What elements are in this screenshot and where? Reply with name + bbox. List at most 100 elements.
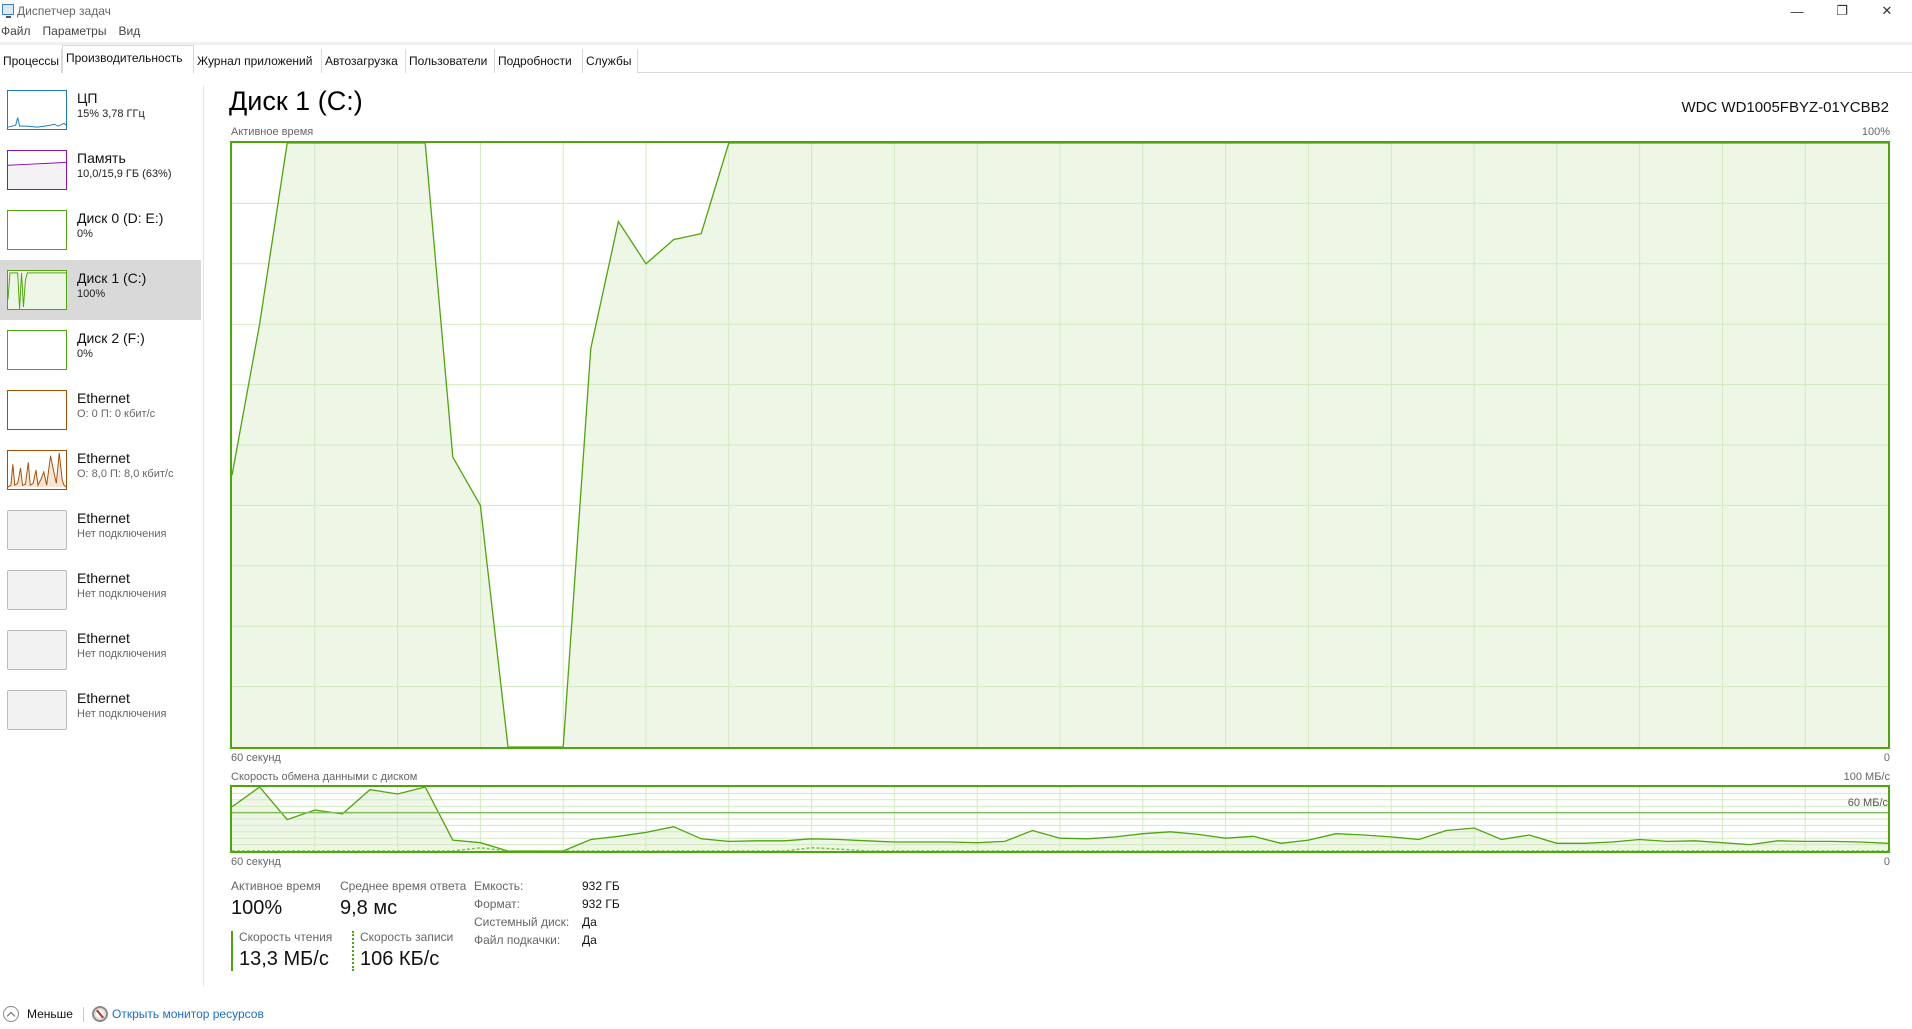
- sidebar-item-eth-off[interactable]: Ethernet Нет подключения: [0, 500, 201, 560]
- sidebar-item-subtitle: 10,0/15,9 ГБ (63%): [77, 168, 172, 180]
- read-speed-legend-line: [231, 931, 233, 971]
- transfer-chart-x-left: 60 секунд: [231, 856, 281, 868]
- sidebar-item-eth-off[interactable]: Ethernet Нет подключения: [0, 620, 201, 680]
- transfer-rate-chart-svg: [232, 787, 1888, 851]
- menu-bar: Файл Параметры Вид: [0, 24, 151, 42]
- sidebar-item-subtitle: Нет подключения: [77, 528, 167, 540]
- transfer-chart-max: 100 МБ/с: [1843, 771, 1890, 783]
- active-time-chart-x-right: 0: [1883, 752, 1890, 764]
- transfer-chart-reference-label: 60 МБ/с: [1847, 797, 1888, 809]
- capacity-label: Емкость:: [474, 879, 524, 893]
- sidebar-thumbnail-graph: [7, 270, 67, 310]
- sidebar-item-title: ЦП: [77, 90, 98, 106]
- sidebar-item-subtitle: Нет подключения: [77, 708, 167, 720]
- sidebar-item-subtitle: 100%: [77, 288, 106, 300]
- system-disk-label: Системный диск:: [474, 915, 570, 929]
- sidebar-item-title: Диск 2 (F:): [77, 330, 145, 346]
- sidebar-thumbnail-graph: [7, 330, 67, 370]
- sidebar-item-title: Диск 0 (D: E:): [77, 210, 164, 226]
- sidebar-item-memory[interactable]: Память 10,0/15,9 ГБ (63%): [0, 140, 201, 200]
- fewer-details-button[interactable]: Меньше: [27, 1007, 73, 1021]
- sidebar-item-eth-off[interactable]: Ethernet Нет подключения: [0, 560, 201, 620]
- restore-icon: ❐: [1836, 3, 1848, 18]
- read-speed-value: 13,3 МБ/с: [239, 948, 329, 970]
- minimize-button[interactable]: —: [1775, 0, 1819, 22]
- resource-monitor-icon: [92, 1006, 108, 1022]
- sidebar-thumbnail-graph: [7, 690, 67, 730]
- write-speed-legend-line: [352, 931, 354, 971]
- sidebar-thumbnail-graph: [7, 90, 67, 130]
- transfer-chart-x-right: 0: [1883, 856, 1890, 868]
- active-time-label: Активное время: [231, 879, 321, 893]
- system-disk-value: Да: [582, 915, 597, 929]
- active-time-chart-max: 100%: [1861, 126, 1890, 138]
- format-value: 932 ГБ: [582, 897, 620, 911]
- sidebar-item-eth-active[interactable]: Ethernet О: 8,0 П: 8,0 кбит/с: [0, 440, 201, 500]
- tab-bar: Процессы Производительность Журнал прило…: [0, 45, 1912, 74]
- sidebar-item-title: Ethernet: [77, 450, 130, 466]
- active-time-chart: [230, 141, 1890, 749]
- minimize-icon: —: [1790, 3, 1804, 19]
- sidebar-item-disk-idle[interactable]: Диск 2 (F:) 0%: [0, 320, 201, 380]
- maximize-button[interactable]: ❐: [1820, 0, 1864, 22]
- sidebar-item-title: Память: [77, 150, 126, 166]
- active-time-chart-title: Активное время: [231, 126, 314, 138]
- tabbar-separator: [0, 42, 1912, 45]
- sidebar-thumbnail-graph: [7, 630, 67, 670]
- read-speed-label: Скорость чтения: [239, 930, 333, 944]
- tab-startup[interactable]: Автозагрузка: [322, 49, 406, 73]
- tab-app-history[interactable]: Журнал приложений: [194, 49, 322, 73]
- write-speed-label: Скорость записи: [360, 930, 454, 944]
- page-title: Диск 1 (C:): [229, 86, 363, 116]
- sidebar-thumbnail-graph: [7, 150, 67, 190]
- footer-separator: [83, 1007, 84, 1022]
- avg-response-label: Среднее время ответа: [340, 879, 467, 893]
- active-time-chart-svg: [232, 143, 1888, 747]
- sidebar-item-disk-active[interactable]: Диск 1 (C:) 100%: [0, 260, 201, 320]
- sidebar-item-title: Ethernet: [77, 510, 130, 526]
- menu-file[interactable]: Файл: [0, 24, 31, 42]
- footer: Меньше Открыть монитор ресурсов: [0, 1005, 400, 1025]
- page-file-value: Да: [582, 933, 597, 947]
- sidebar-thumbnail-graph: [7, 510, 67, 550]
- sidebar-item-subtitle: О: 8,0 П: 8,0 кбит/с: [77, 468, 174, 480]
- open-resource-monitor-link[interactable]: Открыть монитор ресурсов: [112, 1007, 264, 1021]
- sidebar-item-disk-idle[interactable]: Диск 0 (D: E:) 0%: [0, 200, 201, 260]
- tab-details[interactable]: Подробности: [495, 49, 583, 73]
- sidebar-divider[interactable]: [203, 86, 204, 986]
- transfer-chart-title: Скорость обмена данными с диском: [231, 771, 418, 783]
- active-time-value: 100%: [231, 897, 283, 919]
- page-file-label: Файл подкачки:: [474, 933, 561, 947]
- sidebar-item-title: Ethernet: [77, 570, 130, 586]
- tab-services[interactable]: Службы: [583, 49, 638, 73]
- close-icon: ✕: [1881, 3, 1893, 18]
- sidebar-item-eth-idle[interactable]: Ethernet О: 0 П: 0 кбит/с: [0, 380, 201, 440]
- sidebar-item-cpu[interactable]: ЦП 15% 3,78 ГГц: [0, 80, 201, 140]
- sidebar-item-title: Диск 1 (C:): [77, 270, 147, 286]
- write-speed-value: 106 КБ/с: [360, 948, 440, 970]
- active-time-chart-x-left: 60 секунд: [231, 752, 281, 764]
- transfer-rate-chart: [230, 785, 1890, 853]
- format-label: Формат:: [474, 897, 520, 911]
- menu-view[interactable]: Вид: [117, 24, 140, 42]
- sidebar-item-eth-off[interactable]: Ethernet Нет подключения: [0, 680, 201, 740]
- disk-model: WDC WD1005FBYZ-01YCBB2: [1681, 99, 1889, 116]
- close-button[interactable]: ✕: [1865, 0, 1909, 22]
- sidebar-thumbnail-graph: [7, 570, 67, 610]
- task-manager-icon: [2, 4, 14, 18]
- sidebar-item-subtitle: Нет подключения: [77, 588, 167, 600]
- menu-options[interactable]: Параметры: [42, 24, 107, 42]
- sidebar-item-title: Ethernet: [77, 390, 130, 406]
- title-bar: Диспетчер задач — ❐ ✕: [0, 0, 1912, 22]
- capacity-value: 932 ГБ: [582, 879, 620, 893]
- sidebar-item-subtitle: 0%: [77, 348, 93, 360]
- tab-performance[interactable]: Производительность: [62, 45, 194, 74]
- sidebar-item-subtitle: Нет подключения: [77, 648, 167, 660]
- chevron-up-circle-icon[interactable]: [3, 1006, 19, 1022]
- tab-processes[interactable]: Процессы: [0, 49, 62, 73]
- sidebar-item-title: Ethernet: [77, 630, 130, 646]
- tab-users[interactable]: Пользователи: [406, 49, 495, 73]
- avg-response-value: 9,8 мс: [340, 897, 398, 919]
- sidebar-thumbnail-graph: [7, 210, 67, 250]
- sidebar-thumbnail-graph: [7, 390, 67, 430]
